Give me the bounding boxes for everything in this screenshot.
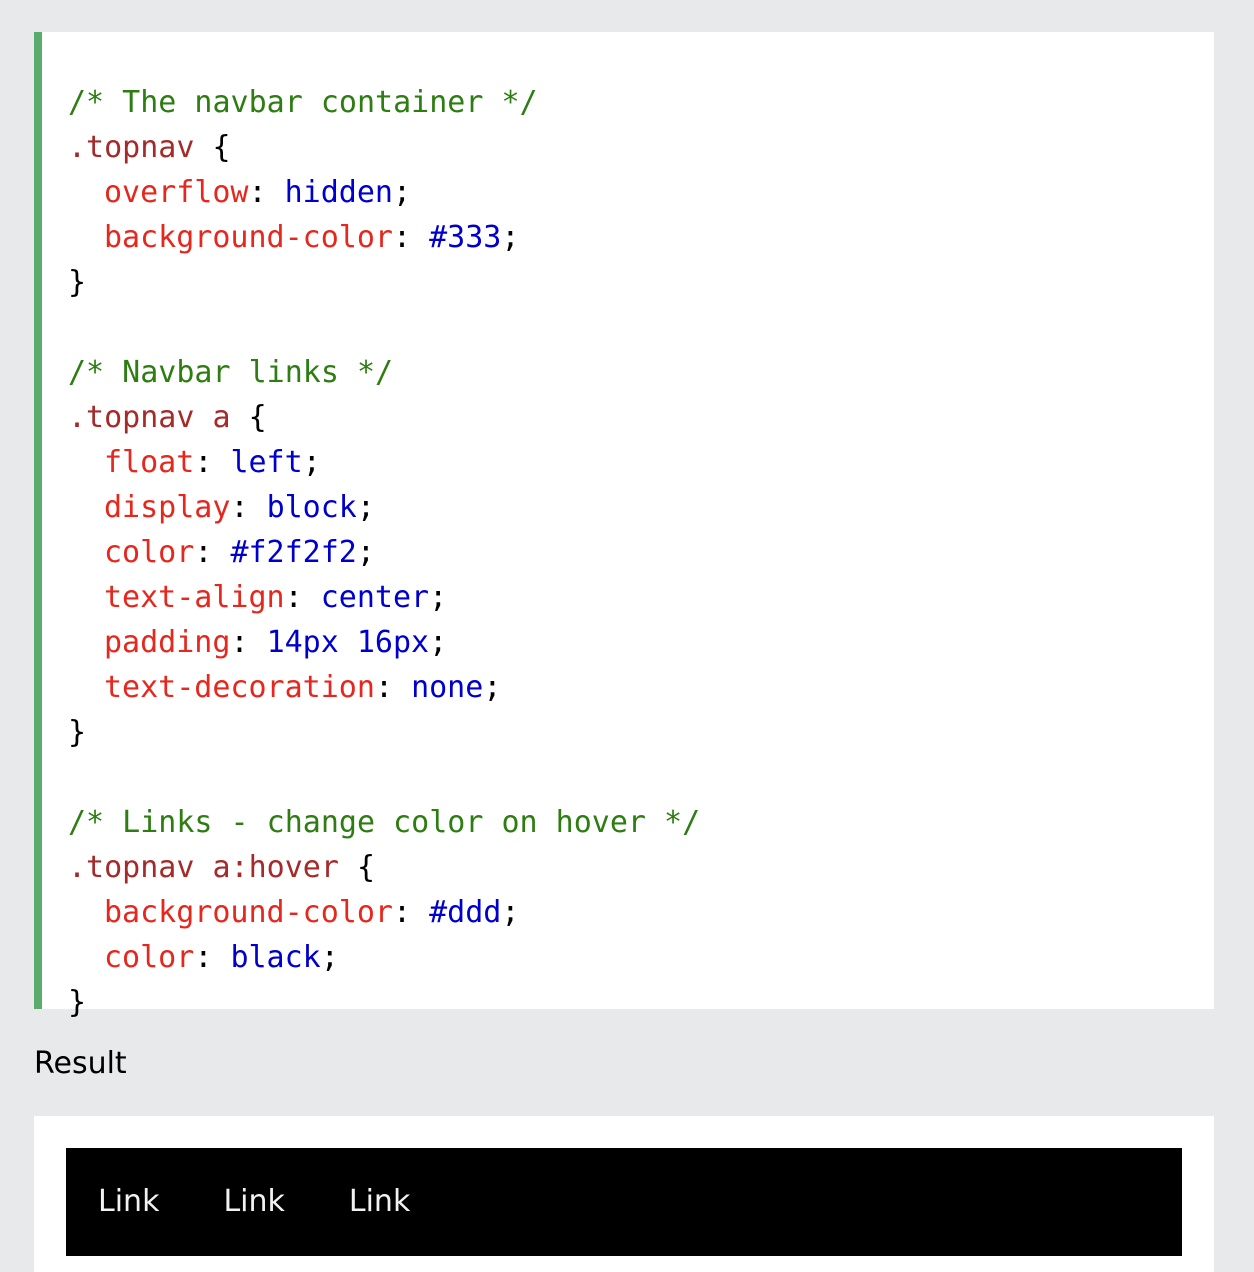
code-open-brace: { xyxy=(248,400,267,435)
page: /* The navbar container */ .topnav { ove… xyxy=(0,0,1254,1272)
code-close-brace: } xyxy=(68,715,87,750)
topnav-navbar: Link Link Link xyxy=(66,1148,1182,1256)
code-open-brace: { xyxy=(357,850,376,885)
code-line: text-align: center; xyxy=(104,580,448,615)
code-line: color: #f2f2f2; xyxy=(104,535,375,570)
code-comment: /* Navbar links */ xyxy=(68,355,394,390)
result-preview: Link Link Link xyxy=(34,1116,1214,1272)
code-line: text-decoration: none; xyxy=(104,670,502,705)
code-value: black xyxy=(230,940,321,975)
code-selector: .topnav a xyxy=(68,400,231,435)
code-value: #333 xyxy=(429,220,502,255)
code-line: .topnav a:hover { xyxy=(68,845,1214,890)
code-comment: /* Links - change color on hover */ xyxy=(68,805,701,840)
navbar-link[interactable]: Link xyxy=(317,1148,442,1256)
navbar-link[interactable]: Link xyxy=(66,1148,191,1256)
code-line: .topnav { xyxy=(68,125,1214,170)
code-line: /* Links - change color on hover */ xyxy=(68,800,1214,845)
code-property: color xyxy=(104,535,195,570)
code-property: overflow xyxy=(104,175,249,210)
code-property: color xyxy=(104,940,195,975)
code-line: } xyxy=(68,980,1214,1025)
code-value: left xyxy=(230,445,303,480)
code-value: center xyxy=(320,580,430,615)
code-line: padding: 14px 16px; xyxy=(104,625,448,660)
code-selector: .topnav a:hover xyxy=(68,850,339,885)
code-property: display xyxy=(104,490,231,525)
code-value: 14px 16px xyxy=(266,625,430,660)
code-line: /* The navbar container */ xyxy=(68,80,1214,125)
code-line: color: black; xyxy=(104,940,339,975)
code-close-brace: } xyxy=(68,265,87,300)
code-property: background-color xyxy=(104,895,393,930)
code-open-brace: { xyxy=(212,130,231,165)
code-value: #f2f2f2 xyxy=(230,535,357,570)
code-value: #ddd xyxy=(429,895,502,930)
code-line: overflow: hidden; xyxy=(104,175,412,210)
code-line: background-color: #ddd; xyxy=(104,895,520,930)
code-value: hidden xyxy=(284,175,393,210)
result-heading: Result xyxy=(34,1046,127,1081)
code-selector: .topnav xyxy=(68,130,195,165)
code-property: text-align xyxy=(104,580,285,615)
code-example: /* The navbar container */ .topnav { ove… xyxy=(34,32,1214,1020)
code-line: } xyxy=(68,260,1214,305)
code-line: display: block; xyxy=(104,490,375,525)
code-line: float: left; xyxy=(104,445,321,480)
code-value: none xyxy=(411,670,484,705)
code-comment: /* The navbar container */ xyxy=(68,85,538,120)
code-property: padding xyxy=(104,625,231,660)
code-property: float xyxy=(104,445,195,480)
code-value: block xyxy=(266,490,357,525)
code-line: } xyxy=(68,710,1214,755)
code-line: .topnav a { xyxy=(68,395,1214,440)
code-property: text-decoration xyxy=(104,670,375,705)
code-property: background-color xyxy=(104,220,393,255)
code-line: /* Navbar links */ xyxy=(68,350,1214,395)
code-line: background-color: #333; xyxy=(104,220,520,255)
navbar-link[interactable]: Link xyxy=(191,1148,316,1256)
code-close-brace: } xyxy=(68,985,87,1020)
